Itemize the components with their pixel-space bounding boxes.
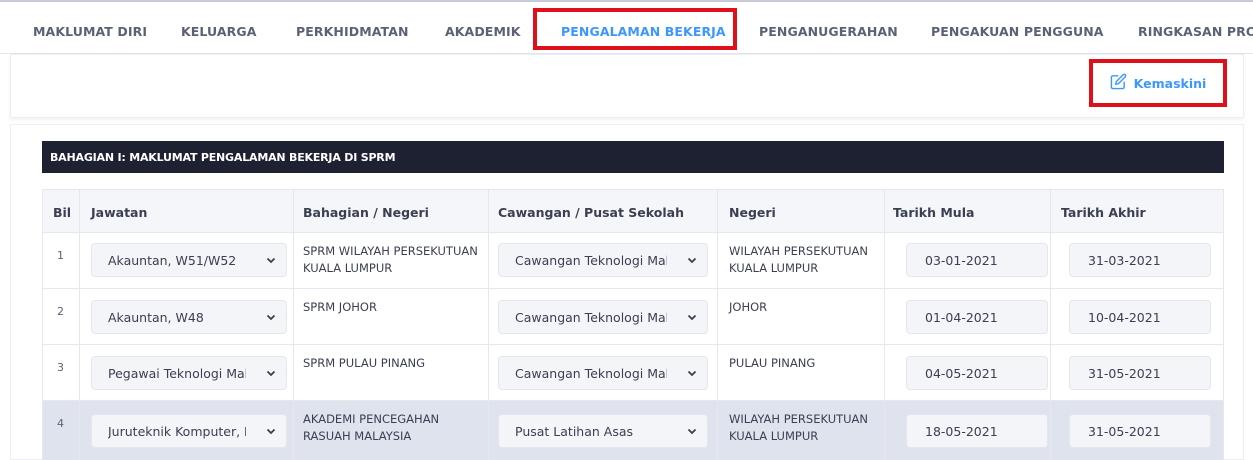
tarikh-mula-field[interactable]: 18-05-2021 — [906, 414, 1048, 448]
chevron-down-icon — [266, 428, 276, 435]
tarikh-akhir-field[interactable]: 10-04-2021 — [1069, 300, 1211, 334]
chevron-down-icon — [687, 428, 697, 435]
tab-perkhidmatan[interactable]: PERKHIDMATAN — [296, 24, 409, 39]
row-number: 3 — [57, 361, 64, 374]
chevron-down-icon — [266, 314, 276, 321]
cawangan-select[interactable]: Pusat Latihan Asas — [498, 414, 708, 448]
header-tarikh-mula: Tarikh Mula — [893, 205, 975, 220]
bahagian-value: SPRM JOHOR — [303, 300, 377, 314]
tab-penganugerahan[interactable]: PENGANUGERAHAN — [759, 24, 898, 39]
header-negeri: Negeri — [729, 205, 776, 220]
negeri-value: WILAYAH PERSEKUTUAN KUALA LUMPUR — [729, 244, 869, 275]
chevron-down-icon — [687, 314, 697, 321]
jawatan-value: Pegawai Teknologi Mak — [108, 365, 246, 381]
chevron-down-icon — [687, 257, 697, 264]
edit-icon — [1110, 73, 1127, 93]
bahagian-value: SPRM PULAU PINANG — [303, 356, 426, 370]
jawatan-select[interactable]: Pegawai Teknologi Mak — [91, 356, 287, 390]
active-tab-highlight-box — [533, 8, 737, 50]
header-cawangan: Cawangan / Pusat Sekolah — [498, 205, 684, 220]
tarikh-mula-field[interactable]: 01-04-2021 — [906, 300, 1048, 334]
cawangan-value: Cawangan Teknologi Mak — [515, 365, 667, 381]
cawangan-select[interactable]: Cawangan Teknologi Mak — [498, 356, 708, 390]
chevron-down-icon — [266, 257, 276, 264]
table-row: 2 Akauntan, W48 SPRM JOHOR Cawangan Tekn… — [43, 289, 1223, 345]
cawangan-value: Pusat Latihan Asas — [515, 423, 633, 439]
negeri-value: WILAYAH PERSEKUTUAN KUALA LUMPUR — [729, 412, 869, 443]
tab-pengakuan-pengguna[interactable]: PENGAKUAN PENGGUNA — [931, 24, 1104, 39]
chevron-down-icon — [266, 370, 276, 377]
toolbar-card — [10, 54, 1244, 118]
tab-bar-edge — [0, 0, 1253, 2]
column-divider — [293, 189, 294, 460]
header-bahagian: Bahagian / Negeri — [303, 205, 429, 220]
tarikh-akhir-field[interactable]: 31-05-2021 — [1069, 414, 1211, 448]
row-number: 4 — [57, 417, 64, 430]
tarikh-akhir-field[interactable]: 31-05-2021 — [1069, 356, 1211, 390]
table-header-row: Bil Jawatan Bahagian / Negeri Cawangan /… — [43, 189, 1223, 233]
jawatan-value: Akauntan, W51/W52 — [108, 252, 237, 268]
header-bil: Bil — [53, 205, 72, 220]
column-divider — [884, 189, 885, 460]
chevron-down-icon — [687, 370, 697, 377]
tarikh-mula-field[interactable]: 03-01-2021 — [906, 243, 1048, 277]
tab-akademik[interactable]: AKADEMIK — [445, 24, 521, 39]
bahagian-value: SPRM WILAYAH PERSEKUTUAN KUALA LUMPUR — [303, 244, 478, 275]
tarikh-mula-field[interactable]: 04-05-2021 — [906, 356, 1048, 390]
row-number: 2 — [57, 305, 64, 318]
table-row: 3 Pegawai Teknologi Mak SPRM PULAU PINAN… — [43, 345, 1223, 401]
cawangan-select[interactable]: Cawangan Teknologi Mak — [498, 243, 708, 277]
jawatan-select[interactable]: Juruteknik Komputer, F1 — [91, 414, 287, 448]
negeri-value: JOHOR — [729, 300, 768, 314]
tab-ringkasan[interactable]: RINGKASAN PRO — [1138, 24, 1253, 39]
column-divider — [717, 189, 718, 460]
tab-maklumat-diri[interactable]: MAKLUMAT DIRI — [33, 24, 147, 39]
jawatan-select[interactable]: Akauntan, W48 — [91, 300, 287, 334]
table-row: 4 Juruteknik Komputer, F1 AKADEMI PENCEG… — [43, 401, 1223, 460]
cawangan-select[interactable]: Cawangan Teknologi Mak — [498, 300, 708, 334]
cawangan-value: Cawangan Teknologi Mak — [515, 252, 667, 268]
edit-button-label: Kemaskini — [1133, 75, 1207, 91]
work-experience-table: Bil Jawatan Bahagian / Negeri Cawangan /… — [42, 189, 1224, 460]
bahagian-value: AKADEMI PENCEGAHAN RASUAH MALAYSIA — [303, 412, 440, 443]
column-divider — [488, 189, 489, 460]
jawatan-value: Akauntan, W48 — [108, 309, 204, 325]
tarikh-akhir-field[interactable]: 31-03-2021 — [1069, 243, 1211, 277]
negeri-value: PULAU PINANG — [729, 356, 816, 370]
table-row: 1 Akauntan, W51/W52 SPRM WILAYAH PERSEKU… — [43, 233, 1223, 289]
row-number: 1 — [57, 249, 64, 262]
jawatan-value: Juruteknik Komputer, F1 — [108, 423, 246, 439]
header-tarikh-akhir: Tarikh Akhir — [1061, 205, 1146, 220]
jawatan-select[interactable]: Akauntan, W51/W52 — [91, 243, 287, 277]
column-divider — [79, 189, 80, 460]
tab-keluarga[interactable]: KELUARGA — [181, 24, 257, 39]
column-divider — [1050, 189, 1051, 460]
header-jawatan: Jawatan — [91, 205, 148, 220]
cawangan-value: Cawangan Teknologi Mak — [515, 309, 667, 325]
edit-button[interactable]: Kemaskini — [1096, 66, 1220, 100]
section-title: BAHAGIAN I: MAKLUMAT PENGALAMAN BEKERJA … — [42, 141, 1224, 173]
